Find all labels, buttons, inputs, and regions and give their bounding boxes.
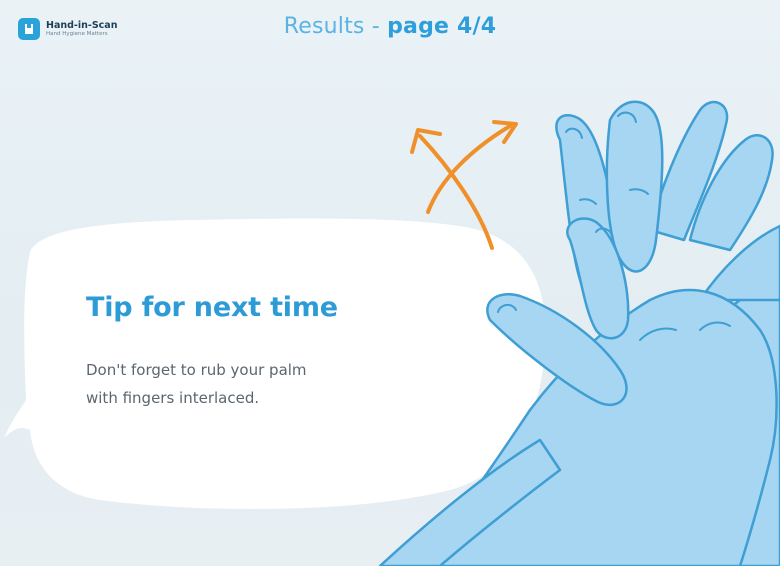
interlaced-hands-illustration: [378, 100, 780, 566]
tip-message-line-2: with fingers interlaced.: [86, 389, 260, 407]
tip-message-line-1: Don't forget to rub your palm: [86, 361, 307, 379]
tip-message: Don't forget to rub your palm with finge…: [86, 356, 446, 412]
tip-heading: Tip for next time: [86, 292, 338, 323]
